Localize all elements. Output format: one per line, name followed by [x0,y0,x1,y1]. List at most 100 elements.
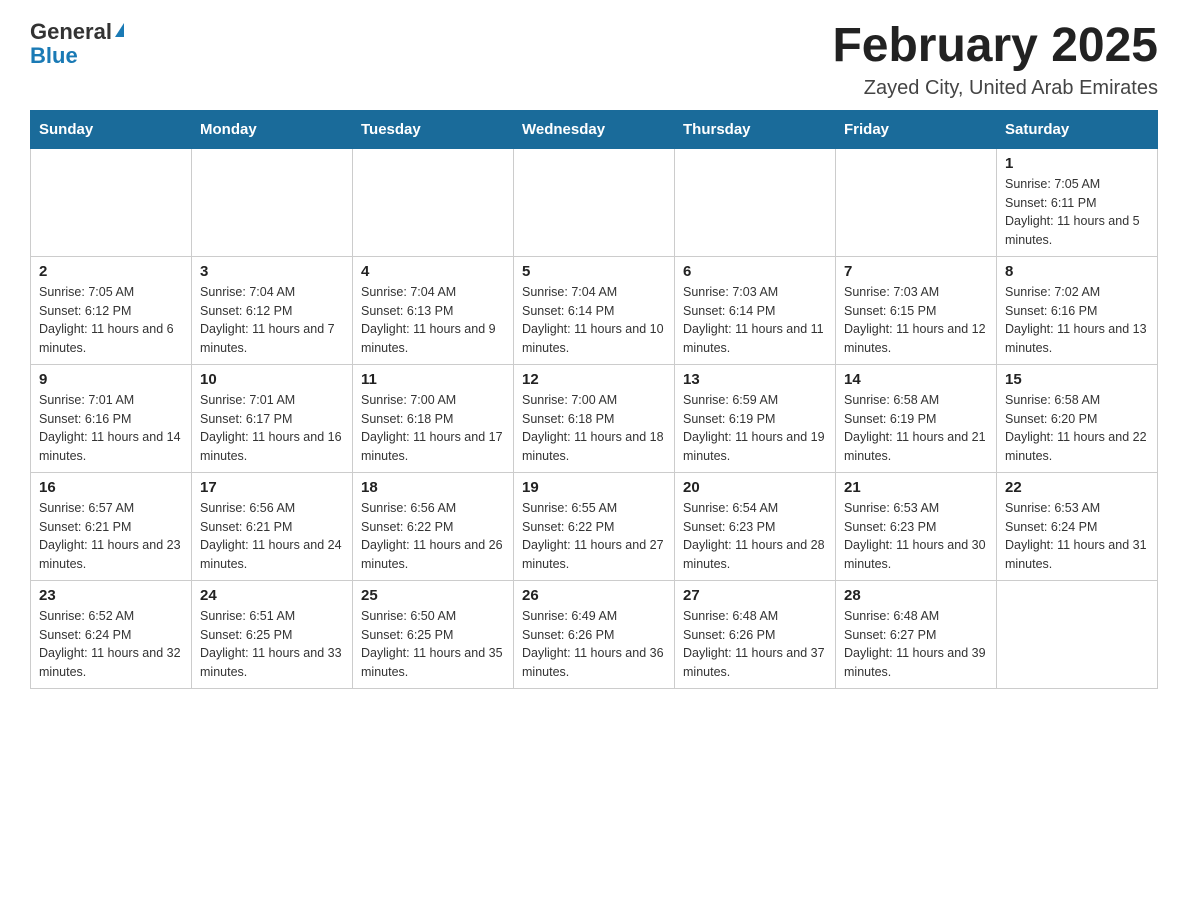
day-number: 13 [683,371,827,388]
day-info: Sunrise: 6:53 AM Sunset: 6:23 PM Dayligh… [844,499,988,574]
calendar-cell: 13 Sunrise: 6:59 AM Sunset: 6:19 PM Dayli… [675,364,836,472]
calendar-cell: 20 Sunrise: 6:54 AM Sunset: 6:23 PM Dayli… [675,472,836,580]
day-number: 12 [522,371,666,388]
day-info: Sunrise: 6:49 AM Sunset: 6:26 PM Dayligh… [522,607,666,682]
calendar-cell: 24 Sunrise: 6:51 AM Sunset: 6:25 PM Dayli… [192,580,353,688]
calendar-cell: 28Sunrise: 6:48 AM Sunset: 6:27 PM Dayli… [836,580,997,688]
day-info: Sunrise: 6:56 AM Sunset: 6:22 PM Dayligh… [361,499,505,574]
day-info: Sunrise: 7:00 AM Sunset: 6:18 PM Dayligh… [522,391,666,466]
month-year-title: February 2025 [832,20,1158,73]
day-number: 6 [683,263,827,280]
calendar-cell: 9 Sunrise: 7:01 AM Sunset: 6:16 PM Daylig… [31,364,192,472]
day-number: 21 [844,479,988,496]
day-number: 7 [844,263,988,280]
calendar-cell: 25 Sunrise: 6:50 AM Sunset: 6:25 PM Dayli… [353,580,514,688]
day-number: 23 [39,587,183,604]
calendar-cell: 19 Sunrise: 6:55 AM Sunset: 6:22 PM Dayli… [514,472,675,580]
day-info: Sunrise: 7:05 AM Sunset: 6:12 PM Dayligh… [39,283,183,358]
calendar-cell: 12 Sunrise: 7:00 AM Sunset: 6:18 PM Dayli… [514,364,675,472]
day-number: 5 [522,263,666,280]
day-header-friday: Friday [836,110,997,148]
day-number: 27 [683,587,827,604]
calendar-cell: 21 Sunrise: 6:53 AM Sunset: 6:23 PM Dayli… [836,472,997,580]
day-info: Sunrise: 7:05 AM Sunset: 6:11 PM Dayligh… [1005,175,1149,250]
calendar-week-1: 1 Sunrise: 7:05 AM Sunset: 6:11 PM Daylig… [31,148,1158,256]
day-number: 1 [1005,155,1149,172]
calendar-cell [192,148,353,256]
day-info: Sunrise: 7:04 AM Sunset: 6:14 PM Dayligh… [522,283,666,358]
calendar-cell: 22 Sunrise: 6:53 AM Sunset: 6:24 PM Dayli… [997,472,1158,580]
location-subtitle: Zayed City, United Arab Emirates [832,77,1158,100]
day-number: 19 [522,479,666,496]
calendar-week-3: 9 Sunrise: 7:01 AM Sunset: 6:16 PM Daylig… [31,364,1158,472]
day-info: Sunrise: 6:55 AM Sunset: 6:22 PM Dayligh… [522,499,666,574]
day-header-tuesday: Tuesday [353,110,514,148]
day-info: Sunrise: 6:50 AM Sunset: 6:25 PM Dayligh… [361,607,505,682]
day-number: 10 [200,371,344,388]
calendar-cell: 4 Sunrise: 7:04 AM Sunset: 6:13 PM Daylig… [353,256,514,364]
calendar-cell [675,148,836,256]
calendar-cell: 1 Sunrise: 7:05 AM Sunset: 6:11 PM Daylig… [997,148,1158,256]
day-info: Sunrise: 7:02 AM Sunset: 6:16 PM Dayligh… [1005,283,1149,358]
day-info: Sunrise: 7:01 AM Sunset: 6:16 PM Dayligh… [39,391,183,466]
day-info: Sunrise: 6:52 AM Sunset: 6:24 PM Dayligh… [39,607,183,682]
day-number: 4 [361,263,505,280]
day-number: 25 [361,587,505,604]
calendar-cell [353,148,514,256]
day-info: Sunrise: 6:58 AM Sunset: 6:20 PM Dayligh… [1005,391,1149,466]
day-header-wednesday: Wednesday [514,110,675,148]
calendar-cell: 2 Sunrise: 7:05 AM Sunset: 6:12 PM Daylig… [31,256,192,364]
calendar-cell: 16 Sunrise: 6:57 AM Sunset: 6:21 PM Dayli… [31,472,192,580]
day-info: Sunrise: 6:54 AM Sunset: 6:23 PM Dayligh… [683,499,827,574]
calendar-cell: 26Sunrise: 6:49 AM Sunset: 6:26 PM Dayli… [514,580,675,688]
day-number: 22 [1005,479,1149,496]
logo-blue-text: Blue [30,44,78,68]
calendar-cell: 5 Sunrise: 7:04 AM Sunset: 6:14 PM Daylig… [514,256,675,364]
day-info: Sunrise: 7:04 AM Sunset: 6:13 PM Dayligh… [361,283,505,358]
calendar-cell: 27Sunrise: 6:48 AM Sunset: 6:26 PM Dayli… [675,580,836,688]
day-number: 18 [361,479,505,496]
day-number: 11 [361,371,505,388]
calendar-cell [997,580,1158,688]
calendar-cell: 6 Sunrise: 7:03 AM Sunset: 6:14 PM Daylig… [675,256,836,364]
day-info: Sunrise: 7:00 AM Sunset: 6:18 PM Dayligh… [361,391,505,466]
day-number: 8 [1005,263,1149,280]
day-info: Sunrise: 7:03 AM Sunset: 6:15 PM Dayligh… [844,283,988,358]
calendar-table: SundayMondayTuesdayWednesdayThursdayFrid… [30,110,1158,689]
day-info: Sunrise: 6:48 AM Sunset: 6:27 PM Dayligh… [844,607,988,682]
calendar-week-5: 23 Sunrise: 6:52 AM Sunset: 6:24 PM Dayli… [31,580,1158,688]
day-number: 24 [200,587,344,604]
day-info: Sunrise: 6:51 AM Sunset: 6:25 PM Dayligh… [200,607,344,682]
day-number: 20 [683,479,827,496]
title-area: February 2025 Zayed City, United Arab Em… [832,20,1158,100]
day-info: Sunrise: 6:53 AM Sunset: 6:24 PM Dayligh… [1005,499,1149,574]
day-header-monday: Monday [192,110,353,148]
calendar-cell: 3 Sunrise: 7:04 AM Sunset: 6:12 PM Daylig… [192,256,353,364]
calendar-cell [836,148,997,256]
day-info: Sunrise: 7:04 AM Sunset: 6:12 PM Dayligh… [200,283,344,358]
calendar-cell: 15Sunrise: 6:58 AM Sunset: 6:20 PM Dayli… [997,364,1158,472]
logo-general-text: General [30,20,112,44]
calendar-cell: 7 Sunrise: 7:03 AM Sunset: 6:15 PM Daylig… [836,256,997,364]
day-info: Sunrise: 6:56 AM Sunset: 6:21 PM Dayligh… [200,499,344,574]
calendar-cell: 18 Sunrise: 6:56 AM Sunset: 6:22 PM Dayli… [353,472,514,580]
day-header-sunday: Sunday [31,110,192,148]
calendar-cell [31,148,192,256]
calendar-cell: 14Sunrise: 6:58 AM Sunset: 6:19 PM Dayli… [836,364,997,472]
day-header-saturday: Saturday [997,110,1158,148]
calendar-week-4: 16 Sunrise: 6:57 AM Sunset: 6:21 PM Dayli… [31,472,1158,580]
day-number: 3 [200,263,344,280]
calendar-week-2: 2 Sunrise: 7:05 AM Sunset: 6:12 PM Daylig… [31,256,1158,364]
day-header-thursday: Thursday [675,110,836,148]
day-number: 16 [39,479,183,496]
page-header: General Blue February 2025 Zayed City, U… [30,20,1158,100]
day-info: Sunrise: 7:03 AM Sunset: 6:14 PM Dayligh… [683,283,827,358]
calendar-cell: 17 Sunrise: 6:56 AM Sunset: 6:21 PM Dayli… [192,472,353,580]
calendar-cell: 10Sunrise: 7:01 AM Sunset: 6:17 PM Dayli… [192,364,353,472]
calendar-cell: 8 Sunrise: 7:02 AM Sunset: 6:16 PM Daylig… [997,256,1158,364]
day-number: 17 [200,479,344,496]
day-info: Sunrise: 6:59 AM Sunset: 6:19 PM Dayligh… [683,391,827,466]
day-number: 2 [39,263,183,280]
day-number: 9 [39,371,183,388]
day-info: Sunrise: 6:57 AM Sunset: 6:21 PM Dayligh… [39,499,183,574]
